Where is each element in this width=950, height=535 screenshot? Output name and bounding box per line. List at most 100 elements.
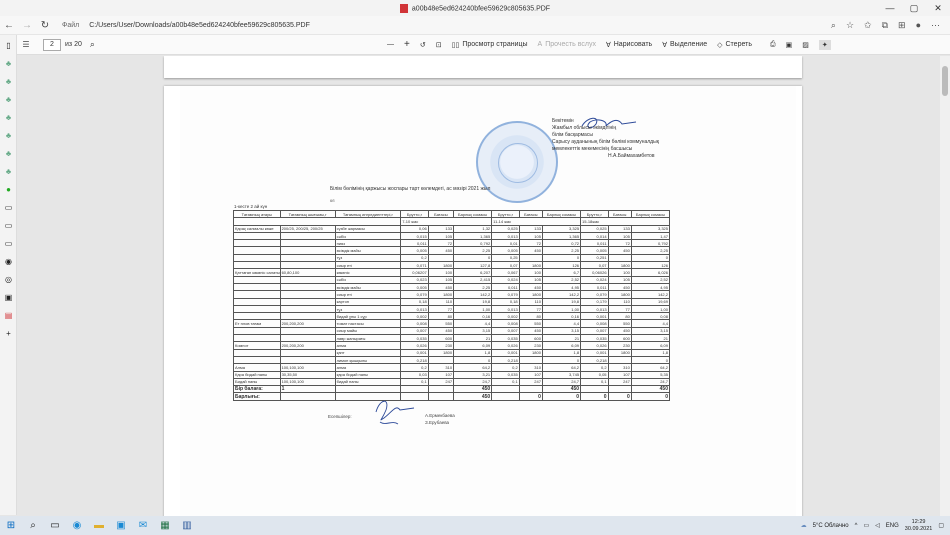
refresh-icon[interactable]: ↻ [36,20,54,31]
file-explorer-icon[interactable]: ▬ [88,516,110,535]
table-cell: 133 [607,224,632,233]
volume-icon[interactable]: ◁ [875,522,880,529]
favorite-star-icon[interactable]: ☆ [846,20,854,31]
save-icon[interactable]: ▣ [786,41,793,49]
network-icon[interactable]: ▭ [863,522,869,529]
table-cell: 64,2 [630,363,671,372]
table-cell: 0 [518,392,543,401]
table-cell: 2,25 [453,282,493,292]
table-cell [491,385,520,394]
draw-button[interactable]: ∀ Нарисовать [606,41,652,49]
table-cell: 0,179 [580,297,609,306]
save-as-icon[interactable]: ▨ [802,41,809,49]
close-button[interactable]: ✕ [926,0,950,16]
table-row: Қара бидай наны 30,35,50 қара бидай наны 0,… [233,370,671,379]
restore-button[interactable]: ▢ [902,0,926,16]
excel-icon[interactable]: ▦ [154,516,176,535]
window-title-wrap: a00b48e5ed624240bfee59629c805635.PDF [0,3,950,13]
eraser-icon: ◇ [717,41,723,49]
sidebar-globe-icon[interactable]: ◎ [4,275,13,284]
edge-icon[interactable]: ◉ [66,516,88,535]
page-number-input[interactable]: 2 [43,38,61,51]
mail-icon[interactable]: ✉ [132,516,154,535]
highlight-button[interactable]: ∀ Выделение [662,41,707,49]
table-cell: 600 [518,334,543,343]
table-caption: 1-кесте 2 ай күн [234,204,268,209]
table-cell: 24,7 [630,377,671,387]
word-icon[interactable]: ▥ [176,516,198,535]
profile-avatar[interactable]: ● [916,20,921,31]
notifications-icon[interactable]: ▢ [938,522,944,529]
scrollbar-thumb[interactable] [942,66,948,96]
erase-button[interactable]: ◇ Стереть [717,41,752,49]
table-cell: 100,100,100 [279,363,336,372]
sidebar-app-icon[interactable]: ♣ [4,113,13,122]
forward-icon[interactable]: → [18,20,36,31]
sidebar-doc-icon[interactable]: ▭ [4,221,13,230]
column-header: Тағамның ингредиенттері,г [334,209,402,219]
table-cell: 0,024 [491,275,520,284]
language-indicator[interactable]: ENG [886,523,899,529]
store-icon[interactable]: ▣ [110,516,132,535]
sidebar-app-icon[interactable]: ♣ [4,167,13,176]
rotate-icon[interactable]: ↺ [420,41,426,49]
sidebar-pdf-icon[interactable]: ▤ [4,311,13,320]
sidebar-app-icon[interactable]: ♣ [4,59,13,68]
sidebar-toggle-icon[interactable]: ▯ [4,41,13,50]
more-menu-icon[interactable]: ⋯ [931,20,940,31]
back-icon[interactable]: ← [0,20,18,31]
weather-text[interactable]: 5°С Облачно [813,523,849,529]
table-cell: 24,7 [541,377,582,387]
contents-icon[interactable]: ☰ [17,40,35,49]
table-cell: 0,18 [491,297,520,306]
pdf-page-2: Бекітемін Жамбыл облысы әкімдігінің білі… [164,86,802,516]
sidebar-app-icon[interactable]: ♣ [4,131,13,140]
read-aloud-button[interactable]: A Прочесть вслух [538,41,596,48]
sidebar-add-icon[interactable]: + [4,329,13,338]
pin-toolbar-icon[interactable]: ✦ [818,39,831,50]
print-icon[interactable]: ⎙ [770,41,776,49]
table-row: сиыр еті 0,079 1800 142,2 0,079 1800 142,2 0,07… [233,290,671,299]
address-field[interactable]: Файл C:/Users/User/Downloads/a00b48e5ed6… [62,22,310,29]
sidebar-green-icon[interactable]: ● [4,185,13,194]
table-row: Қаттаған көкөніс салаты 60,80,100 көкөніс 0… [233,268,671,277]
table-cell: 0,007 [400,326,429,336]
clock[interactable]: 12:29 30.09.2021 [905,519,933,533]
age-group-header: 7-10 жас [400,217,493,226]
tray-overflow-icon[interactable]: ^ [855,523,858,529]
minimize-button[interactable]: — [878,0,902,16]
zoom-in-button[interactable]: + [404,39,410,50]
sidebar-chat-icon[interactable]: ▣ [4,293,13,302]
search-icon[interactable]: ⌕ [90,39,95,50]
collections-icon[interactable]: ⧉ [882,20,888,31]
sidebar-circle-icon[interactable]: ◉ [4,257,13,266]
start-icon[interactable]: ⊞ [0,516,22,535]
extensions-icon[interactable]: ⊞ [898,20,906,31]
pdf-viewer[interactable]: Бекітемін Жамбыл облысы әкімдігінің білі… [17,56,940,516]
table-cell: 310 [518,363,543,372]
table-cell: 6,09 [453,341,493,350]
sidebar-app-icon[interactable]: ♣ [4,95,13,104]
page-view-button[interactable]: ▯▯ Просмотр страницы [452,41,528,49]
fit-page-icon[interactable]: ⊡ [436,41,442,49]
table-cell: 6,207 [453,268,493,277]
weather-icon[interactable]: ☁ [801,522,807,529]
sidebar-app-icon[interactable]: ♣ [4,149,13,158]
table-cell: 0,08 [630,312,671,321]
favorites-icon[interactable]: ✩ [864,20,872,31]
table-cell: 230 [607,341,632,350]
table-row: лимон қышқылы 0,218 0 0,218 0 0,218 0 [233,355,671,365]
zoom-out-button[interactable]: — [387,41,394,48]
table-cell: 450 [518,326,543,336]
sidebar-app-icon[interactable]: ♣ [4,77,13,86]
task-view-icon[interactable]: ▭ [44,516,66,535]
table-cell [491,392,520,401]
table-cell: 100 [607,268,632,277]
vertical-scrollbar[interactable] [940,56,950,516]
zoom-icon[interactable]: ⌕ [831,20,836,31]
search-icon[interactable]: ⌕ [22,516,44,535]
sidebar-doc-icon[interactable]: ▭ [4,203,13,212]
sidebar-doc-icon[interactable]: ▭ [4,239,13,248]
column-header: Барлық сомасы [630,209,671,219]
table-cell: 19,8 [453,297,493,306]
